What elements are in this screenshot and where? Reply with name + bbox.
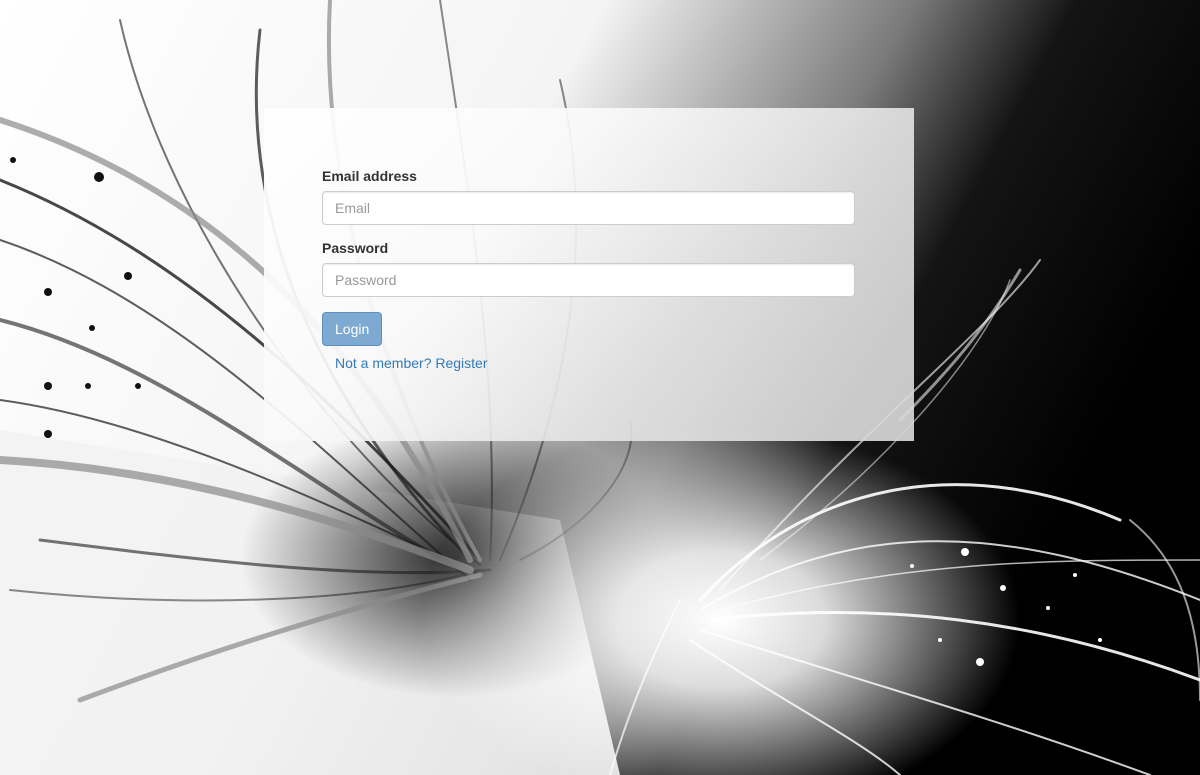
email-label: Email address bbox=[322, 168, 417, 184]
password-label: Password bbox=[322, 240, 389, 256]
login-page: Email address Password Login Not a membe… bbox=[0, 0, 1200, 775]
password-input[interactable] bbox=[322, 263, 855, 297]
email-input[interactable] bbox=[322, 191, 855, 225]
email-group: Email address bbox=[322, 168, 855, 225]
login-panel: Email address Password Login Not a membe… bbox=[264, 108, 914, 441]
login-button[interactable]: Login bbox=[322, 312, 383, 346]
password-group: Password bbox=[322, 240, 855, 297]
login-form: Email address Password Login Not a membe… bbox=[322, 168, 855, 373]
register-link[interactable]: Not a member? Register bbox=[335, 355, 488, 371]
